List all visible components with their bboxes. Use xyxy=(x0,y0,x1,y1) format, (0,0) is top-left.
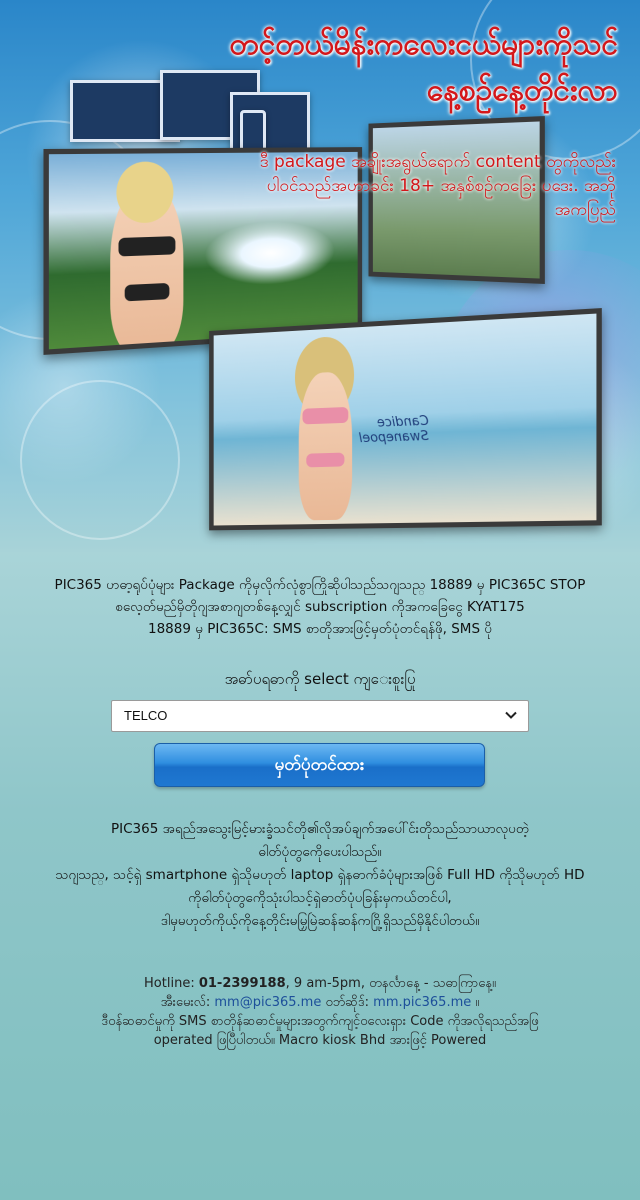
hotline-number: 01-2399188 xyxy=(199,976,286,991)
model-swimsuit xyxy=(118,236,175,256)
description-line: ဒါမှမဟုတ်ကိုယ့်ကိုနေ့တိုင်းမမြှမြဲဆန်ဆန်… xyxy=(16,910,624,933)
footer-note-line: ဒီဝန်ဆဓာင်မှုကို SMS စာတိုန်ဆဓာင်မှုများ… xyxy=(40,1012,600,1031)
hero-subtitle: ဒီ package အချိုးအရွယ်ရောက် content တွကိ… xyxy=(236,150,616,222)
model-figure xyxy=(299,371,352,520)
operator-select-label: အဓာ်ပရဓာကို select ကျ‌ေးစူးပြု xyxy=(0,670,640,692)
description-text: PIC365 အရည်အသွေးမြင့်မားခ္ခံသင်တို၏လိုအပ… xyxy=(16,818,624,933)
description-line: သဂျသည္, သင့်ရှဲ smartphone ရှဲသိုမဟုတ် l… xyxy=(16,864,624,887)
description-line: PIC365 အရည်အသွေးမြင့်မားခ္ခံသင်တို၏လိုအပ… xyxy=(16,818,624,841)
footer-hotline: Hotline: 01-2399188, 9 am-5pm, တနင်္လာနေ… xyxy=(40,974,600,993)
intro-line: 18889 မှ PIC365C: SMS စာတိုအားဖြင့်မှတ်ပ… xyxy=(20,618,620,640)
photo-caption-line: Swanepoel xyxy=(359,429,429,446)
intro-line: စလေ့တ်မည်မှိတိုဂျအစာဂျတစ်နေ့လျှင် subscr… xyxy=(20,596,620,618)
footer-contacts: အီးမေးလ်: mm@pic365.me ဝဘ်ဆိုဒ်: mm.pic3… xyxy=(40,993,600,1012)
website-label: ဝဘ်ဆိုဒ်: xyxy=(325,995,369,1010)
hero-banner: Candice Swanepoel တင့်တယ်မိန်းကလေးငယ်မျာ… xyxy=(0,0,640,552)
photo-caption: Candice Swanepoel xyxy=(359,414,429,446)
website-link[interactable]: mm.pic365.me xyxy=(373,995,471,1010)
intro-line: PIC365 ဟဓာ့ရုပ်ပုံများ Package ကိုမှလိုက… xyxy=(20,574,620,596)
model-swimsuit xyxy=(125,283,170,301)
hotline-label: Hotline: xyxy=(144,976,195,991)
operator-select[interactable]: TELCO xyxy=(111,700,529,732)
decor-swirl xyxy=(20,380,180,540)
model-swimsuit xyxy=(302,407,348,424)
intro-text: PIC365 ဟဓာ့ရုပ်ပုံများ Package ကိုမှလိုက… xyxy=(20,574,620,640)
email-link[interactable]: mm@pic365.me xyxy=(214,995,321,1010)
hero-title: တင့်တယ်မိန်းကလေးငယ်များကိုသင် နေ့စဉ်နေ့တ… xyxy=(0,22,640,114)
hero-title-line: တင့်တယ်မိန်းကလေးငယ်များကိုသင် xyxy=(0,22,618,68)
hero-title-line: နေ့စဉ်နေ့တိုင်းလာ xyxy=(0,68,618,114)
operator-select-value: TELCO xyxy=(124,708,167,723)
footer-note-line: operated ဖြပြီပါတယ်။ Macro kiosk Bhd အား… xyxy=(40,1031,600,1050)
main-content: PIC365 ဟဓာ့ရုပ်ပုံများ Package ကိုမှလိုက… xyxy=(0,552,640,1200)
model-swimsuit xyxy=(306,453,344,468)
email-label: အီးမေးလ်: xyxy=(161,995,211,1010)
chevron-down-icon xyxy=(504,708,518,722)
hotline-hours: , 9 am-5pm, တနင်္လာနေ့ - သဓာကြာနေ့။ xyxy=(286,976,496,991)
register-button[interactable]: မှတ်ပုံတင်ထား xyxy=(154,743,485,787)
description-line: ကိုဓါတ်ပုံတွကေိုသုံးပါသင့်ရှဲဓာတ်ပုံပခြန… xyxy=(16,887,624,910)
photo-frame-bottom: Candice Swanepoel xyxy=(209,308,602,530)
footer: Hotline: 01-2399188, 9 am-5pm, တနင်္လာနေ… xyxy=(40,974,600,1050)
website-suffix: ။ xyxy=(475,995,479,1010)
description-line: ဓါတ်ပုံတွကေိုပေးပါသည်။ xyxy=(16,841,624,864)
